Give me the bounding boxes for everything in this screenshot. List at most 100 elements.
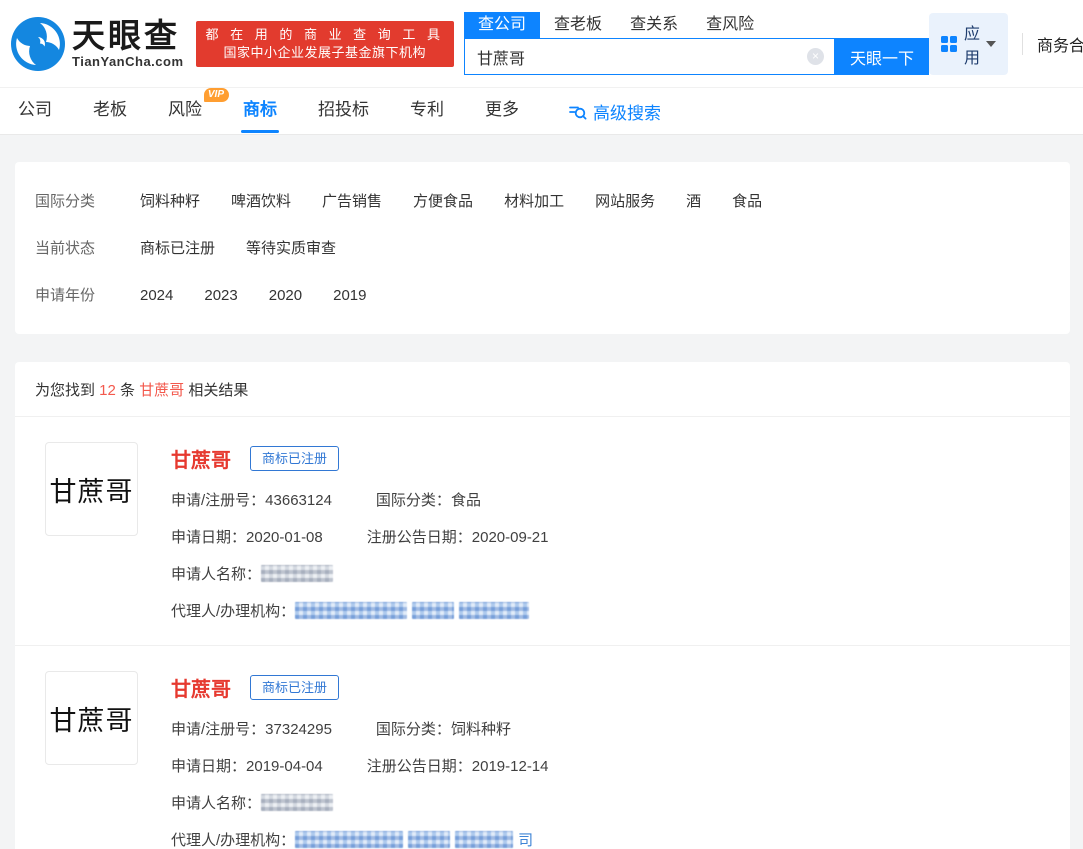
filter-panel: 国际分类 饲料种籽 啤酒饮料 广告销售 方便食品 材料加工 网站服务 酒 食品 … (15, 162, 1070, 334)
status-badge: 商标已注册 (250, 675, 340, 700)
pub-date-label: 注册公告日期： (366, 758, 472, 775)
filter-option[interactable]: 啤酒饮料 (231, 192, 291, 212)
trademark-result-row: 甘蔗哥 甘蔗哥 商标已注册 申请/注册号：43663124 国际分类：食品 申请… (15, 417, 1070, 645)
detail-row: 申请/注册号：37324295 国际分类：饲料种籽 (171, 718, 549, 739)
search-input[interactable] (465, 47, 835, 66)
trademark-image-text: 甘蔗哥 (49, 476, 134, 507)
filter-option[interactable]: 广告销售 (322, 192, 382, 212)
intl-class-label: 国际分类： (375, 721, 451, 738)
filter-option[interactable]: 商标已注册 (140, 239, 215, 259)
trademark-details: 甘蔗哥 商标已注册 申请/注册号：43663124 国际分类：食品 申请日期：2… (171, 442, 549, 621)
redacted-agent-name (459, 602, 530, 619)
top-header: 天眼查 TianYanCha.com 都 在 用 的 商 业 查 询 工 具 国… (0, 0, 1083, 88)
promo-banner: 都 在 用 的 商 业 查 询 工 具 国家中小企业发展子基金旗下机构 (195, 20, 455, 67)
detail-row: 代理人/办理机构： 司 (171, 829, 549, 849)
agent-label: 代理人/办理机构： (171, 603, 296, 620)
search-tabs: 查公司 查老板 查关系 查风险 (464, 12, 929, 38)
nav-item-bidding[interactable]: 招投标 (318, 88, 369, 135)
promo-banner-line2: 国家中小企业发展子基金旗下机构 (223, 44, 427, 60)
search-tab-relation[interactable]: 查关系 (616, 12, 692, 38)
filter-option[interactable]: 2023 (204, 286, 237, 306)
detail-row: 申请日期：2019-04-04 注册公告日期：2019-12-14 (171, 755, 549, 776)
summary-keyword: 甘蔗哥 (139, 382, 185, 399)
apps-grid-icon (941, 35, 958, 52)
nav-item-risk[interactable]: 风险 VIP (168, 87, 229, 135)
detail-row: 申请人名称： (171, 563, 549, 584)
filter-options: 饲料种籽 啤酒饮料 广告销售 方便食品 材料加工 网站服务 酒 食品 (140, 192, 793, 212)
header-right: 应用 商务合作 (929, 12, 1083, 75)
header-divider (1022, 32, 1024, 55)
redacted-agent-name (295, 602, 408, 619)
filter-option[interactable]: 材料加工 (504, 192, 564, 212)
results-summary: 为您找到 12 条 甘蔗哥 相关结果 (15, 362, 1070, 417)
filter-option[interactable]: 方便食品 (413, 192, 473, 212)
trademark-details: 甘蔗哥 商标已注册 申请/注册号：37324295 国际分类：饲料种籽 申请日期… (171, 671, 549, 849)
apps-label: 应用 (964, 25, 981, 67)
chevron-down-icon (986, 40, 997, 47)
logo-title: 天眼查 (72, 16, 180, 54)
summary-count: 12 (99, 382, 116, 399)
filter-option[interactable]: 2019 (333, 286, 366, 306)
filter-label: 申请年份 (35, 287, 96, 304)
filter-option[interactable]: 酒 (686, 192, 701, 212)
summary-prefix: 为您找到 (35, 382, 100, 399)
filter-option[interactable]: 网站服务 (595, 192, 655, 212)
advanced-search-icon (569, 106, 587, 120)
redacted-agent-name (412, 602, 455, 619)
results-panel: 为您找到 12 条 甘蔗哥 相关结果 甘蔗哥 甘蔗哥 商标已注册 申请/注册号：… (15, 362, 1070, 849)
detail-row: 申请/注册号：43663124 国际分类：食品 (171, 489, 549, 510)
redacted-applicant-name (261, 794, 334, 811)
apply-date-value: 2020-01-08 (246, 529, 323, 546)
agent-label: 代理人/办理机构： (171, 832, 296, 849)
intl-class-value: 食品 (450, 492, 481, 509)
apply-date-label: 申请日期： (171, 529, 247, 546)
trademark-title-link[interactable]: 甘蔗哥 (171, 444, 231, 473)
detail-row: 代理人/办理机构： (171, 600, 549, 621)
summary-suffix: 相关结果 (184, 382, 249, 399)
trademark-title-link[interactable]: 甘蔗哥 (171, 673, 231, 702)
nav-item-more[interactable]: 更多 (485, 88, 519, 135)
logo-domain: TianYanCha.com (72, 53, 184, 69)
trademark-image[interactable]: 甘蔗哥 (45, 442, 138, 536)
intl-class-value: 饲料种籽 (450, 721, 511, 738)
nav-item-trademark[interactable]: 商标 (243, 88, 277, 135)
filter-label: 当前状态 (35, 240, 96, 257)
filter-option[interactable]: 等待实质审查 (246, 239, 336, 259)
apply-date-label: 申请日期： (171, 758, 247, 775)
applicant-label: 申请人名称： (171, 795, 262, 812)
status-badge: 商标已注册 (250, 446, 340, 471)
nav-item-company[interactable]: 公司 (18, 88, 52, 135)
search-tab-risk[interactable]: 查风险 (692, 12, 768, 38)
nav-item-patent[interactable]: 专利 (410, 88, 444, 135)
search-input-wrap: × (464, 38, 836, 75)
redacted-applicant-name (261, 565, 334, 582)
redacted-agent-name (455, 831, 514, 848)
filter-row-intl-class: 国际分类 饲料种籽 啤酒饮料 广告销售 方便食品 材料加工 网站服务 酒 食品 (35, 192, 1050, 212)
redacted-agent-name (408, 831, 451, 848)
search-tab-boss[interactable]: 查老板 (540, 12, 616, 38)
search-button[interactable]: 天眼一下 (835, 38, 930, 75)
filter-option[interactable]: 食品 (732, 192, 762, 212)
advanced-search-link[interactable]: 高级搜索 (568, 99, 661, 124)
detail-row: 申请人名称： (171, 792, 549, 813)
filter-option[interactable]: 饲料种籽 (140, 192, 200, 212)
filter-options: 商标已注册 等待实质审查 (140, 239, 367, 259)
apps-dropdown[interactable]: 应用 (929, 12, 1009, 75)
filter-option[interactable]: 2020 (269, 286, 302, 306)
business-cooperation-link[interactable]: 商务合作 (1037, 32, 1083, 56)
tianyancha-logo-icon (11, 16, 65, 71)
apply-date-value: 2019-04-04 (246, 758, 323, 775)
reg-no-label: 申请/注册号： (171, 721, 266, 738)
tianyancha-logo[interactable]: 天眼查 TianYanCha.com (10, 16, 184, 72)
reg-no-value: 37324295 (265, 721, 332, 738)
promo-banner-line1: 都 在 用 的 商 业 查 询 工 具 (205, 26, 445, 42)
search-tab-company[interactable]: 查公司 (464, 12, 541, 38)
detail-row: 申请日期：2020-01-08 注册公告日期：2020-09-21 (171, 526, 549, 547)
pub-date-value: 2019-12-14 (471, 758, 549, 775)
pub-date-label: 注册公告日期： (366, 529, 472, 546)
filter-option[interactable]: 2024 (140, 286, 173, 306)
vip-badge: VIP (203, 87, 229, 102)
nav-item-boss[interactable]: 老板 (93, 88, 127, 135)
trademark-image[interactable]: 甘蔗哥 (45, 671, 138, 765)
clear-search-icon[interactable]: × (807, 48, 825, 65)
